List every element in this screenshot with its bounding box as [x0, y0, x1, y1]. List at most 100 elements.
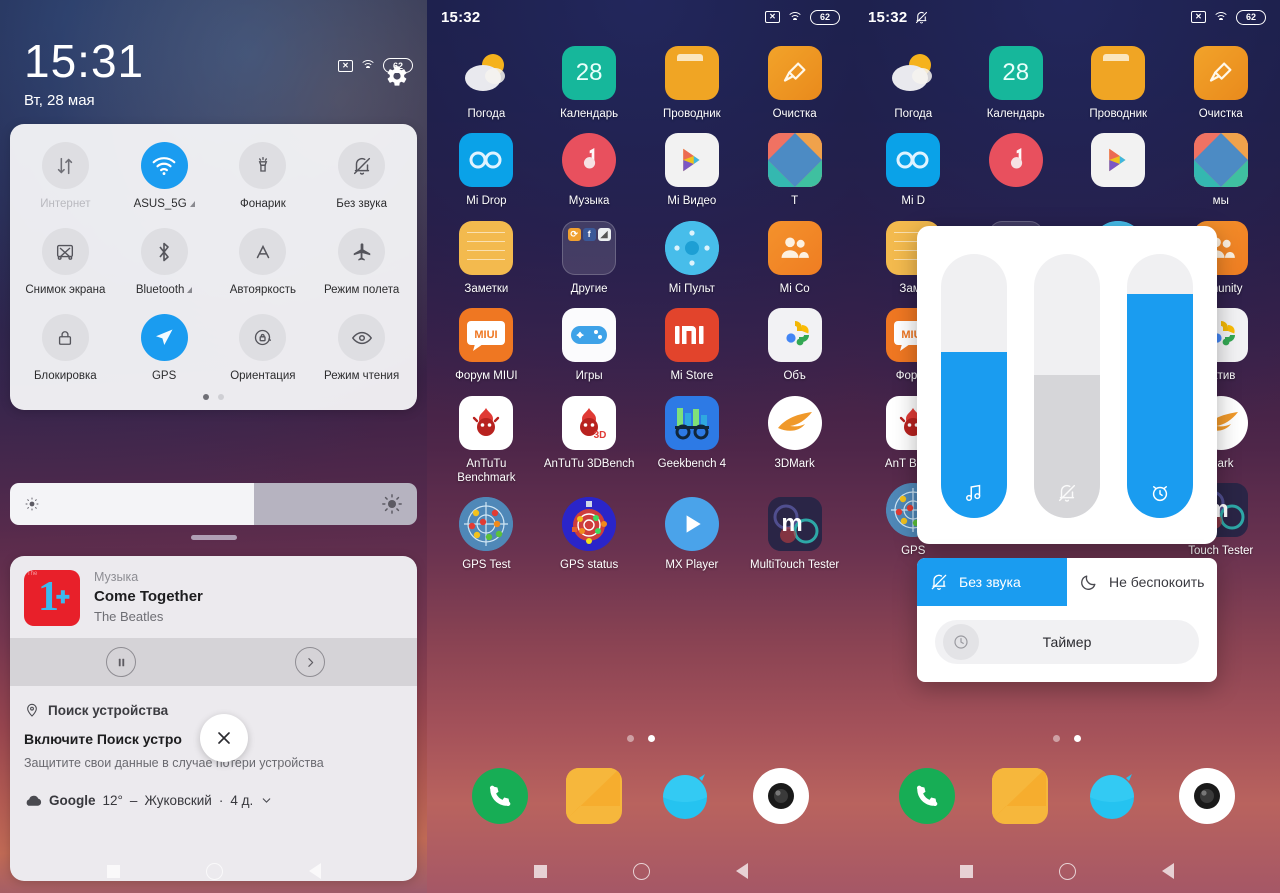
- app-item[interactable]: Mi Drop: [435, 133, 538, 208]
- qs-tile-bluetooth[interactable]: Bluetooth: [115, 224, 214, 304]
- qs-tile-orientation[interactable]: Ориентация: [214, 310, 313, 390]
- home-page-dots[interactable]: [427, 735, 854, 742]
- qs-label: ASUS_5G: [134, 198, 195, 210]
- app-item[interactable]: Музыка: [538, 133, 641, 208]
- volume-slider-fill: [941, 351, 1007, 518]
- recents-icon[interactable]: [533, 864, 547, 878]
- timer-button[interactable]: Таймер: [935, 620, 1199, 664]
- camera-icon: [753, 768, 810, 824]
- messages-icon: [565, 768, 622, 824]
- app-label: AnTuTu 3DBench: [543, 457, 635, 470]
- find-device-notification[interactable]: Поиск устройства Включите Поиск устро За…: [10, 686, 417, 809]
- volume-slider-ringer[interactable]: [1034, 254, 1100, 518]
- dock-item[interactable]: [565, 768, 622, 824]
- page-dot[interactable]: [218, 394, 224, 400]
- next-track-icon[interactable]: [295, 647, 325, 677]
- app-item[interactable]: ⟳ f ◢ Другие: [538, 220, 641, 296]
- app-label: Mi Drop: [466, 195, 507, 208]
- qs-tile-flashlight[interactable]: Фонарик: [214, 138, 313, 218]
- bell-mute-icon: [1058, 484, 1076, 502]
- mode-silent-button[interactable]: Без звука: [917, 558, 1067, 606]
- file-manager-icon: [664, 46, 719, 100]
- mode-dnd-button[interactable]: Не беспокоить: [1067, 558, 1217, 606]
- qs-tile-silent[interactable]: Без звука: [312, 138, 411, 218]
- app-item[interactable]: Mi Store: [641, 308, 744, 383]
- app-item[interactable]: GPS status: [538, 497, 641, 572]
- dock-item[interactable]: [471, 768, 528, 824]
- app-item[interactable]: m MultiTouch Tester: [743, 497, 846, 572]
- app-item[interactable]: Mi Пульт: [641, 220, 744, 296]
- music-notification[interactable]: The 1 ✚ Музыка Come Together The Beatles: [10, 556, 417, 638]
- close-icon[interactable]: [200, 714, 248, 762]
- bell-mute-icon: [931, 574, 947, 590]
- qs-tile-gps[interactable]: GPS: [115, 310, 214, 390]
- notification-shade-panel: ✕ 62 15:31 Вт, 28 мая Интернет ASUS_5G Ф…: [0, 0, 427, 893]
- app-item[interactable]: Т: [743, 133, 846, 208]
- weather-source: Google: [49, 793, 96, 808]
- alarm-clock-icon: [1152, 486, 1168, 502]
- app-label: Музыка: [568, 195, 610, 208]
- brightness-slider[interactable]: [10, 483, 417, 525]
- page-dot[interactable]: [626, 735, 634, 742]
- qs-tile-screenshot[interactable]: Снимок экрана: [16, 224, 115, 304]
- volume-slider-alarm[interactable]: [1127, 254, 1193, 518]
- app-label: Игры: [575, 370, 603, 383]
- navigation-bar: [427, 849, 854, 893]
- location-arrow-icon: [140, 314, 188, 361]
- location-pin-icon: [27, 703, 37, 717]
- app-label: Погода: [467, 108, 506, 120]
- app-item[interactable]: Проводник: [641, 46, 744, 121]
- recents-icon[interactable]: [106, 864, 120, 878]
- pause-icon[interactable]: [106, 647, 136, 677]
- page-dot[interactable]: [647, 735, 655, 742]
- airplane-icon: [338, 228, 386, 275]
- home-icon[interactable]: [205, 862, 223, 880]
- app-item[interactable]: Погода: [435, 46, 538, 121]
- album-art-tiny-text: The: [27, 571, 38, 577]
- qs-tile-wifi[interactable]: ASUS_5G: [115, 138, 214, 218]
- app-item[interactable]: Mi Видео: [641, 133, 744, 208]
- mode-silent-label: Без звука: [959, 574, 1021, 590]
- mx-player-icon: [664, 497, 719, 552]
- qs-tile-autobrightness[interactable]: Автояркость: [214, 224, 313, 304]
- mi-remote-icon: [664, 220, 719, 275]
- rotate-lock-icon: [239, 314, 287, 361]
- page-dot[interactable]: [203, 394, 209, 400]
- moon-icon: [1081, 575, 1096, 590]
- back-icon[interactable]: [308, 863, 321, 879]
- app-item[interactable]: Заметки: [435, 220, 538, 296]
- app-item[interactable]: 28 Календарь: [538, 46, 641, 121]
- app-item[interactable]: GPS Test: [435, 497, 538, 572]
- dock-item[interactable]: [659, 768, 715, 824]
- chevron-down-icon[interactable]: [260, 794, 273, 807]
- app-item[interactable]: 3DMark: [743, 395, 846, 486]
- app-label: Объ: [783, 370, 806, 383]
- quick-settings-page-dots[interactable]: [16, 394, 411, 400]
- app-label: AnTuTu Benchmark: [457, 457, 516, 484]
- app-label: Очистка: [772, 108, 817, 120]
- weather-notification[interactable]: Google 12° – Жуковский · 4 д.: [24, 793, 403, 808]
- app-item[interactable]: Geekbench 4: [641, 395, 744, 486]
- qs-label: Bluetooth: [136, 284, 193, 296]
- qs-tile-readingmode[interactable]: Режим чтения: [312, 310, 411, 390]
- app-item[interactable]: 3D AnTuTu 3DBench: [538, 395, 641, 486]
- home-icon[interactable]: [632, 862, 650, 880]
- app-item[interactable]: AnTuTu Benchmark: [435, 395, 538, 486]
- qs-tile-airplane[interactable]: Режим полета: [312, 224, 411, 304]
- app-item[interactable]: Игры: [538, 308, 641, 383]
- back-icon[interactable]: [735, 863, 748, 879]
- qs-tile-lock[interactable]: Блокировка: [16, 310, 115, 390]
- volume-slider-media[interactable]: [941, 254, 1007, 518]
- app-item[interactable]: MX Player: [641, 497, 744, 572]
- app-item[interactable]: Mi Co: [743, 220, 846, 296]
- app-item[interactable]: Объ: [743, 308, 846, 383]
- drag-handle[interactable]: [190, 535, 237, 540]
- app-item[interactable]: Очистка: [743, 46, 846, 121]
- app-label: Geekbench 4: [657, 457, 727, 470]
- qs-label: Ориентация: [230, 370, 296, 382]
- qs-label: Фонарик: [240, 198, 286, 210]
- music-app-name: Музыка: [94, 570, 139, 584]
- qs-tile-internet[interactable]: Интернет: [16, 138, 115, 218]
- dock-item[interactable]: [753, 768, 810, 824]
- app-item[interactable]: MIUI Форум MIUI: [435, 308, 538, 383]
